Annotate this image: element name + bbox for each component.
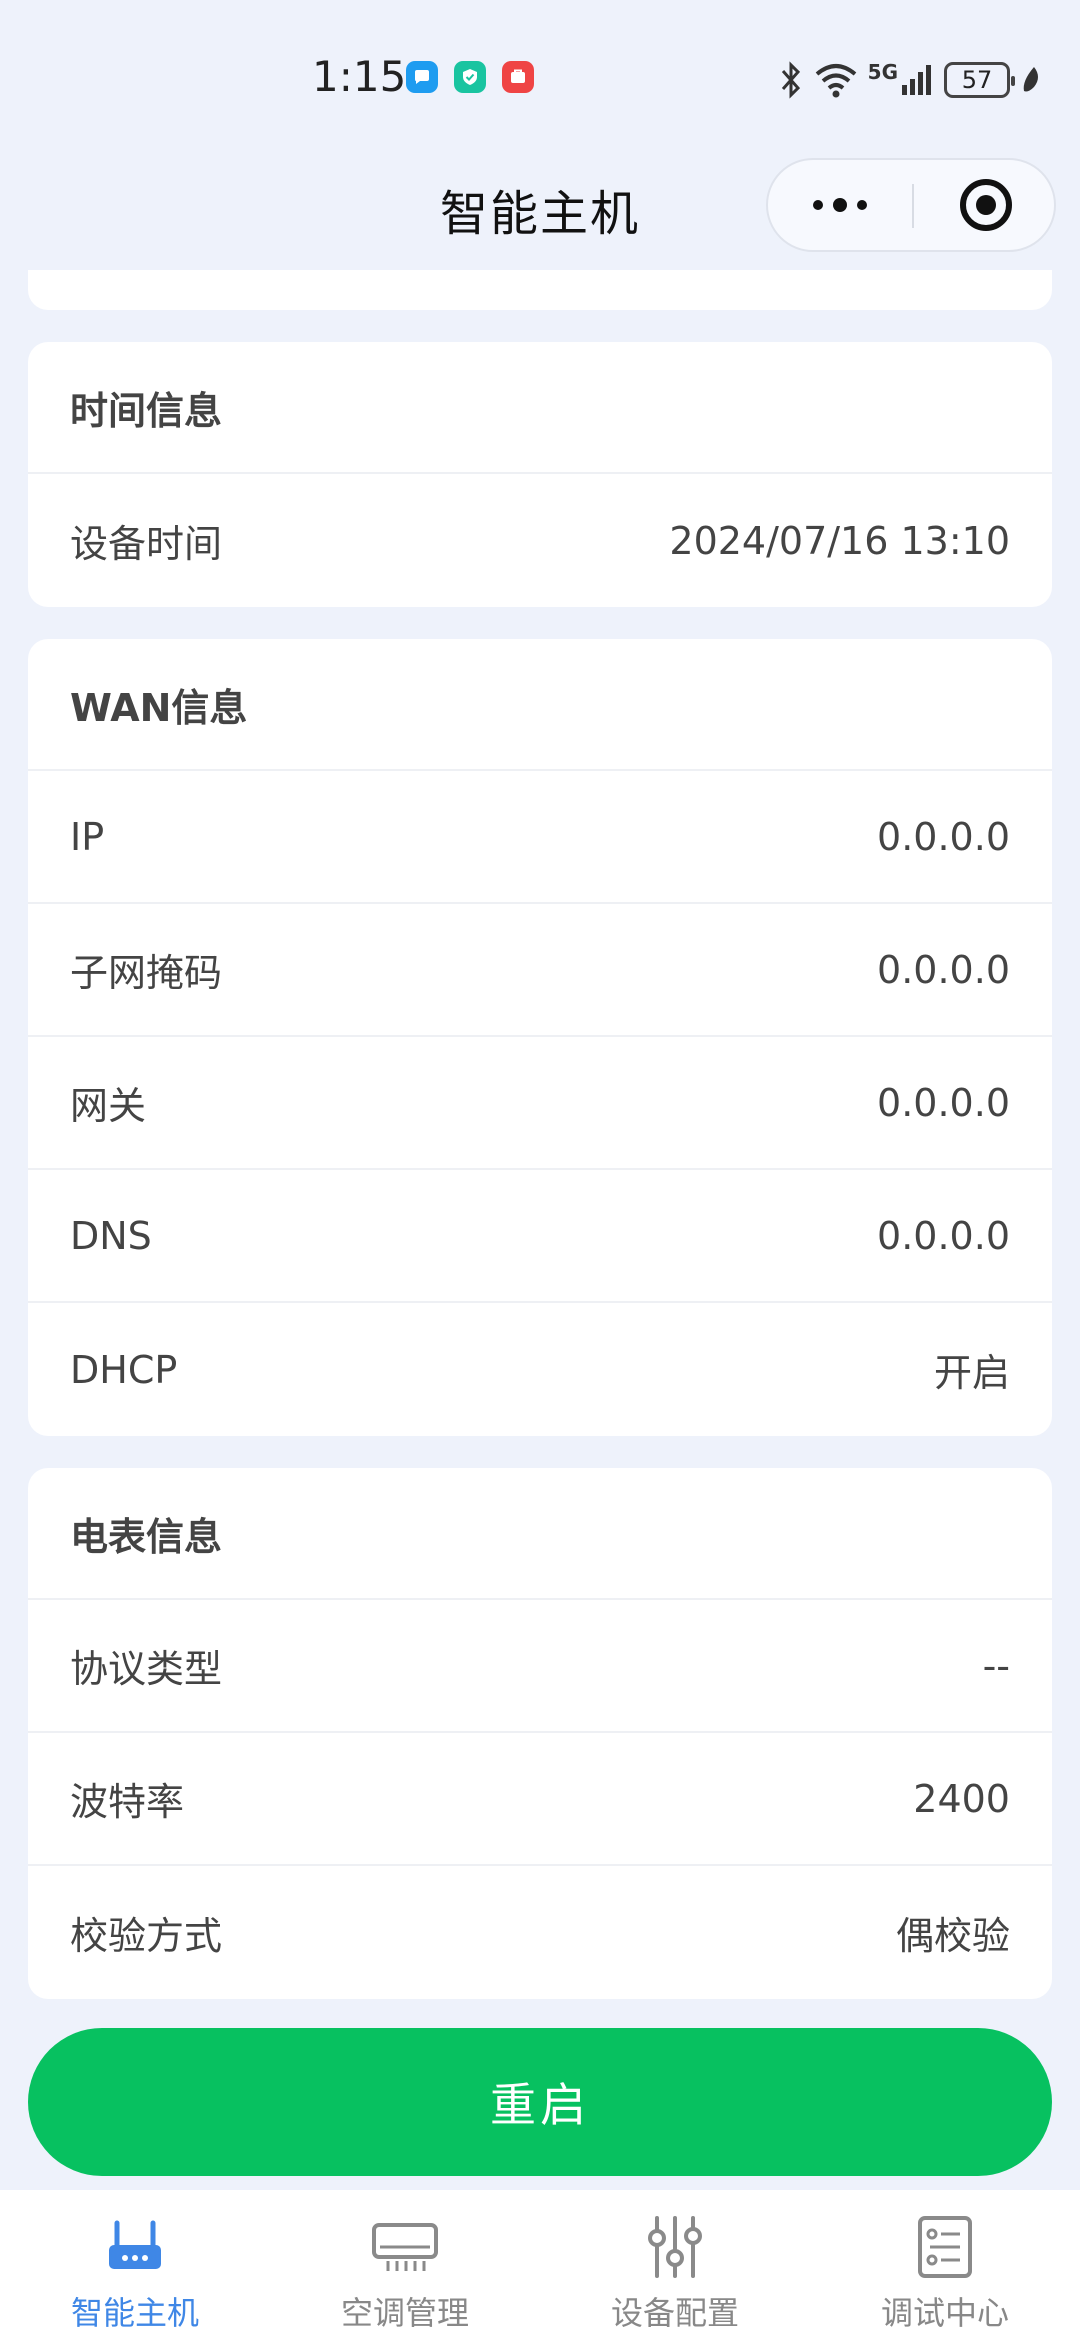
status-indicators: 5G 57	[778, 58, 1042, 102]
status-bar: 1:15 5G 57	[0, 0, 1080, 150]
battery-level: 57	[961, 66, 993, 94]
card-title: WAN信息	[28, 639, 1052, 771]
bluetooth-icon	[781, 61, 800, 99]
tab-debug-center[interactable]: 调试中心	[810, 2190, 1080, 2340]
row-label: 设备时间	[70, 522, 223, 566]
message-notification-icon	[406, 61, 438, 93]
tab-smart-host[interactable]: 智能主机	[0, 2190, 270, 2340]
target-close-icon	[960, 179, 1012, 231]
time-info-card: 时间信息 设备时间 2024/07/16 13:10	[28, 342, 1052, 607]
tab-air-conditioner[interactable]: 空调管理	[270, 2190, 540, 2340]
row-value: 0.0.0.0	[877, 1213, 1010, 1258]
tab-label: 设备配置	[610, 2294, 739, 2332]
row-value: 0.0.0.0	[877, 1080, 1010, 1125]
air-conditioner-icon	[369, 2214, 441, 2280]
close-button[interactable]	[914, 160, 1058, 250]
row-label: 协议类型	[70, 1647, 223, 1691]
row-label: 网关	[70, 1084, 147, 1128]
row-value: 0.0.0.0	[877, 947, 1010, 992]
signal-icon	[902, 65, 931, 95]
row-value: 开启	[933, 1351, 1010, 1395]
bottom-tab-bar: 智能主机 空调管理 设备配置 调试中心	[0, 2190, 1080, 2340]
shield-notification-icon	[454, 61, 486, 93]
app-notification-icon	[502, 61, 534, 93]
info-row: 波特率 2400	[28, 1733, 1052, 1866]
navigation-bar: 智能主机	[0, 150, 1080, 262]
sliders-icon	[639, 2214, 711, 2280]
row-label: 校验方式	[70, 1914, 223, 1958]
info-row: 子网掩码 0.0.0.0	[28, 904, 1052, 1037]
info-row: 协议类型 --	[28, 1600, 1052, 1733]
more-button[interactable]	[768, 160, 912, 250]
wan-info-card: WAN信息 IP 0.0.0.0 子网掩码 0.0.0.0 网关 0.0.0.0…	[28, 639, 1052, 1436]
checklist-icon	[909, 2214, 981, 2280]
row-label: DNS	[70, 1213, 152, 1258]
row-value: 0.0.0.0	[877, 814, 1010, 859]
info-row: 设备时间 2024/07/16 13:10	[28, 474, 1052, 607]
info-row: 网关 0.0.0.0	[28, 1037, 1052, 1170]
row-value: --	[982, 1643, 1010, 1688]
row-label: IP	[70, 814, 105, 859]
more-dots-icon	[813, 198, 867, 212]
leaf-icon	[1023, 67, 1038, 92]
mini-program-capsule	[766, 158, 1056, 252]
wifi-icon	[815, 64, 856, 98]
row-label: DHCP	[70, 1347, 178, 1392]
row-value: 2400	[913, 1776, 1010, 1821]
tab-device-config[interactable]: 设备配置	[540, 2190, 810, 2340]
card-title: 时间信息	[28, 342, 1052, 474]
meter-info-card: 电表信息 协议类型 -- 波特率 2400 校验方式 偶校验	[28, 1468, 1052, 1999]
restart-button[interactable]: 重启	[28, 2028, 1052, 2176]
row-label: 波特率	[70, 1780, 185, 1824]
row-value: 2024/07/16 13:10	[669, 518, 1010, 563]
info-row: DNS 0.0.0.0	[28, 1170, 1052, 1303]
battery-indicator: 57	[944, 62, 1015, 98]
row-label: 子网掩码	[70, 951, 223, 995]
tab-label: 调试中心	[880, 2294, 1009, 2332]
info-row: 校验方式 偶校验	[28, 1866, 1052, 1999]
info-row: DHCP 开启	[28, 1303, 1052, 1436]
info-content[interactable]: 时间信息 设备时间 2024/07/16 13:10 WAN信息 IP 0.0.…	[28, 270, 1052, 1999]
tab-label: 空调管理	[340, 2294, 469, 2332]
info-row: IP 0.0.0.0	[28, 771, 1052, 904]
previous-card-bottom	[28, 270, 1052, 310]
card-title: 电表信息	[28, 1468, 1052, 1600]
tab-label: 智能主机	[70, 2294, 199, 2332]
row-value: 偶校验	[895, 1914, 1010, 1958]
status-time: 1:15	[312, 52, 407, 101]
network-type-label: 5G	[867, 60, 898, 84]
router-icon	[99, 2214, 171, 2280]
